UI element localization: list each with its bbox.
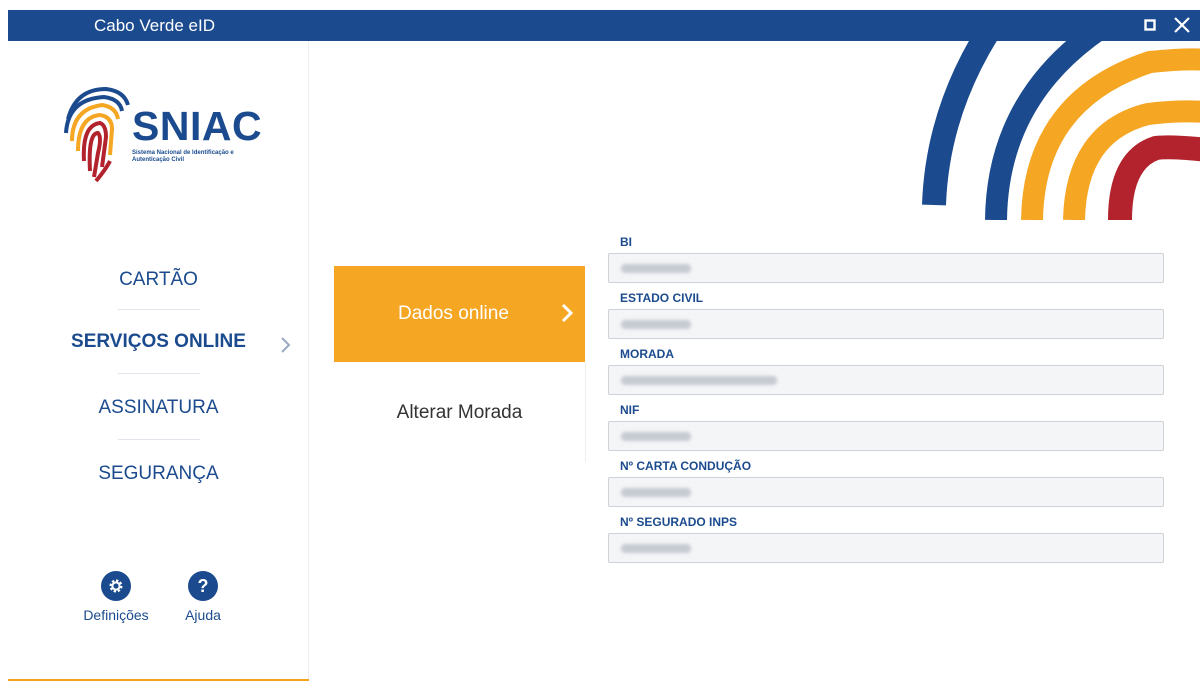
field-input-estado-civil[interactable] — [608, 309, 1164, 339]
left-strip — [0, 0, 8, 681]
nav-item-label: ASSINATURA — [98, 397, 219, 418]
field-input-bi[interactable] — [608, 253, 1164, 283]
nav-divider — [118, 373, 200, 374]
app-window: Cabo Verde eID SNIAC Sistema Nacional de… — [8, 10, 1200, 681]
submenu-divider — [585, 362, 586, 462]
nav-item-label: SERVIÇOS ONLINE — [71, 331, 246, 352]
gear-icon — [101, 571, 131, 601]
nav-divider — [118, 309, 200, 310]
nav-item-seguranca[interactable]: SEGURANÇA — [8, 463, 309, 485]
field-label-estado-civil: ESTADO CIVIL — [620, 291, 704, 305]
fingerprint-logo-icon — [64, 86, 130, 183]
submenu-item-dados-online[interactable]: Dados online — [334, 266, 585, 362]
field-label-morada: MORADA — [620, 347, 674, 361]
submenu-item-label: Dados online — [398, 303, 509, 324]
field-label-segurado-inps: Nº SEGURADO INPS — [620, 515, 738, 529]
field-label-nif: NIF — [620, 403, 640, 417]
question-icon: ? — [188, 571, 218, 601]
field-label-carta-conducao: Nº CARTA CONDUÇÃO — [620, 459, 752, 473]
nav-item-cartao[interactable]: CARTÃO — [8, 269, 309, 291]
settings-button[interactable]: Definições — [76, 571, 156, 623]
sidebar: SNIAC Sistema Nacional de Identificação … — [8, 41, 309, 681]
sniac-logo: SNIAC Sistema Nacional de Identificação … — [60, 83, 263, 183]
logo-text: SNIAC — [132, 103, 263, 149]
settings-label: Definições — [83, 607, 149, 623]
field-input-nif[interactable] — [608, 421, 1164, 451]
nav-item-label: CARTÃO — [119, 269, 198, 290]
nav-item-assinatura[interactable]: ASSINATURA — [8, 397, 309, 419]
window-title: Cabo Verde eID — [94, 16, 215, 35]
field-label-bi: BI — [620, 235, 632, 249]
nav-divider — [118, 439, 200, 440]
submenu-item-alterar-morada[interactable]: Alterar Morada — [334, 402, 585, 424]
field-input-carta-conducao[interactable] — [608, 477, 1164, 507]
help-label: Ajuda — [185, 607, 221, 623]
field-input-morada[interactable] — [608, 365, 1164, 395]
decorative-arcs — [922, 10, 1200, 220]
nav-item-servicos-online[interactable]: SERVIÇOS ONLINE — [8, 331, 309, 353]
chevron-right-icon — [281, 337, 291, 353]
chevron-right-icon — [561, 303, 574, 323]
logo-subtitle: Sistema Nacional de Identificação e Aute… — [132, 150, 234, 163]
help-button[interactable]: ? Ajuda — [163, 571, 243, 623]
nav-item-label: SEGURANÇA — [98, 463, 219, 484]
top-strip — [0, 0, 1200, 10]
submenu-item-label: Alterar Morada — [396, 402, 523, 423]
field-input-segurado-inps[interactable] — [608, 533, 1164, 563]
